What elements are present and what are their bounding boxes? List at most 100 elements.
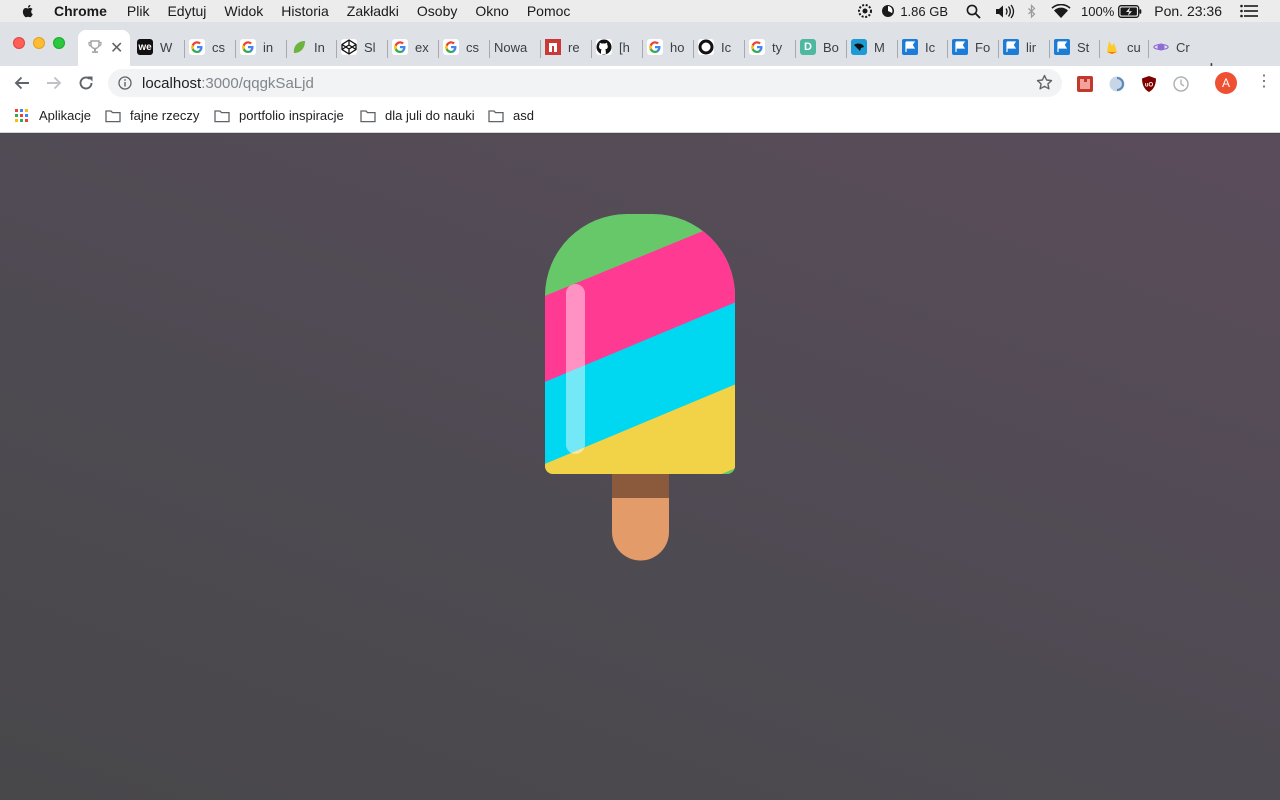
tab[interactable]: Ic xyxy=(698,34,742,60)
bookmark-label: portfolio inspiracje xyxy=(239,108,344,123)
tab[interactable]: D Bo xyxy=(800,34,844,60)
tab[interactable]: re xyxy=(545,34,589,60)
extension-swirl-icon[interactable] xyxy=(1108,75,1126,93)
tab[interactable]: ty xyxy=(749,34,793,60)
bird-icon xyxy=(851,39,867,55)
bookmark-label: fajne rzeczy xyxy=(130,108,200,123)
tab[interactable]: Sl xyxy=(341,34,385,60)
tab[interactable]: cs xyxy=(443,34,487,60)
menu-help[interactable]: Pomoc xyxy=(527,3,571,19)
bookmark-folder-portfolio[interactable]: portfolio inspiracje xyxy=(214,108,344,123)
flag-icon xyxy=(952,39,968,55)
bookmark-star-icon[interactable] xyxy=(1036,74,1053,91)
popsicle-stick-lower xyxy=(612,496,669,561)
tab[interactable]: St xyxy=(1054,34,1098,60)
tab[interactable]: Nowa xyxy=(494,34,538,60)
tab[interactable]: in xyxy=(240,34,284,60)
reload-icon[interactable] xyxy=(77,74,95,92)
memory-gauge-icon[interactable] xyxy=(881,4,895,18)
window-zoom-button[interactable] xyxy=(53,37,65,49)
google-icon xyxy=(749,39,765,55)
tab-title: Bo xyxy=(823,39,839,55)
tab[interactable]: cu xyxy=(1104,34,1148,60)
battery-charging-icon[interactable] xyxy=(1118,4,1142,18)
tab[interactable]: lir xyxy=(1003,34,1047,60)
menu-window[interactable]: Okno xyxy=(475,3,508,19)
bookmark-label: dla juli do nauki xyxy=(385,108,475,123)
menubar-status-area: 1.86 GB 100% Pon. 23:36 xyxy=(845,0,1280,22)
tab-separator xyxy=(336,40,337,58)
tab-title: Sl xyxy=(364,39,376,55)
bookmark-label: Aplikacje xyxy=(39,108,92,123)
back-arrow-icon[interactable] xyxy=(13,74,31,92)
tab[interactable]: Fo xyxy=(952,34,996,60)
address-bar[interactable]: localhost:3000/qqgkSaLjd xyxy=(108,69,1062,97)
tab-title: ex xyxy=(415,39,429,55)
tab[interactable]: [h xyxy=(596,34,640,60)
close-tab-icon[interactable]: ✕ xyxy=(110,38,123,58)
flag-icon xyxy=(1054,39,1070,55)
page-canvas xyxy=(0,134,1280,800)
tab-title: In xyxy=(314,39,325,55)
menu-file[interactable]: Plik xyxy=(127,3,150,19)
menu-app-name[interactable]: Chrome xyxy=(54,3,107,19)
forward-arrow-icon[interactable] xyxy=(45,74,63,92)
tab[interactable]: Ic xyxy=(902,34,946,60)
active-tab[interactable]: ✕ xyxy=(78,30,130,66)
tab-separator xyxy=(693,40,694,58)
tab-title: lir xyxy=(1026,39,1037,55)
bookmarks-bar: Aplikacje fajne rzeczy portfolio inspira… xyxy=(0,100,1280,133)
menu-bookmarks[interactable]: Zakładki xyxy=(347,3,399,19)
bookmark-folder-fajne[interactable]: fajne rzeczy xyxy=(105,108,199,123)
tab[interactable]: M xyxy=(851,34,895,60)
wifi-icon[interactable] xyxy=(1051,3,1071,19)
window-close-button[interactable] xyxy=(13,37,25,49)
tab-title: re xyxy=(568,39,580,55)
tab[interactable]: we W xyxy=(137,34,181,60)
menu-people[interactable]: Osoby xyxy=(417,3,457,19)
tab[interactable]: Cr xyxy=(1153,34,1199,60)
bookmark-folder-asd[interactable]: asd xyxy=(488,108,534,123)
tab[interactable]: cs xyxy=(189,34,233,60)
folder-icon xyxy=(360,109,376,122)
apple-logo-icon[interactable] xyxy=(20,3,36,19)
tab-title: cu xyxy=(1127,39,1141,55)
gear-status-icon[interactable] xyxy=(857,3,873,19)
tab-title: cs xyxy=(212,39,225,55)
window-minimize-button[interactable] xyxy=(33,37,45,49)
bookmark-apps[interactable]: Aplikacje xyxy=(15,108,91,123)
extension-clock-icon[interactable] xyxy=(1172,75,1190,93)
tab[interactable]: In xyxy=(291,34,335,60)
url-text[interactable]: localhost:3000/qqgkSaLjd xyxy=(142,75,314,92)
google-icon xyxy=(443,39,459,55)
site-info-icon[interactable] xyxy=(118,76,132,90)
search-icon[interactable] xyxy=(966,4,981,19)
tab-separator xyxy=(947,40,948,58)
tab-title: Ic xyxy=(925,39,936,55)
clock-label[interactable]: Pon. 23:36 xyxy=(1154,3,1222,19)
menu-view[interactable]: Widok xyxy=(224,3,263,19)
notification-center-icon[interactable] xyxy=(1240,4,1258,18)
url-host: localhost xyxy=(142,75,202,92)
folder-icon xyxy=(105,109,121,122)
tab-separator xyxy=(795,40,796,58)
battery-percentage: 100% xyxy=(1081,3,1115,19)
tab[interactable]: ex xyxy=(392,34,436,60)
menu-history[interactable]: Historia xyxy=(281,3,328,19)
tab-title: Ic xyxy=(721,39,732,55)
menu-edit[interactable]: Edytuj xyxy=(167,3,206,19)
github-icon xyxy=(596,39,612,55)
chrome-menu-icon[interactable]: ⋮ xyxy=(1256,74,1272,90)
volume-icon[interactable] xyxy=(995,4,1015,19)
extension-puzzle-red-icon[interactable] xyxy=(1076,75,1094,93)
tab-separator xyxy=(642,40,643,58)
ublock-shield-icon[interactable]: uO xyxy=(1140,75,1158,93)
bluetooth-icon[interactable] xyxy=(1027,3,1037,19)
tab-separator xyxy=(1148,40,1149,58)
tab-separator xyxy=(1099,40,1100,58)
profile-avatar[interactable]: A xyxy=(1215,72,1237,94)
codepen-icon xyxy=(341,39,357,55)
tab-title: ho xyxy=(670,39,685,55)
tab[interactable]: ho xyxy=(647,34,691,60)
bookmark-folder-dla-juli[interactable]: dla juli do nauki xyxy=(360,108,475,123)
